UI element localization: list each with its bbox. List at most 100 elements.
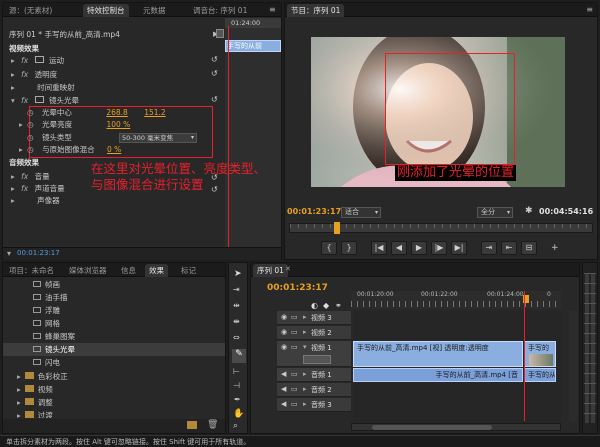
- effect-panner[interactable]: ▸ 声像器: [11, 195, 60, 207]
- list-item[interactable]: 闪电: [33, 357, 60, 369]
- reset-icon[interactable]: ↺: [211, 95, 218, 104]
- video-clip-2[interactable]: 手写的: [524, 341, 556, 367]
- tab-info[interactable]: 信息: [117, 264, 140, 277]
- marker-icon[interactable]: ◆: [323, 301, 329, 310]
- expand-arrow-icon[interactable]: ▸: [303, 370, 307, 378]
- expand-arrow-icon[interactable]: ▸: [19, 120, 23, 129]
- lock-icon[interactable]: ▭: [291, 400, 298, 408]
- stopwatch-icon[interactable]: ◷: [27, 133, 34, 142]
- brightness-value[interactable]: 100 %: [106, 120, 130, 129]
- extract-button[interactable]: ⇤: [501, 241, 517, 255]
- fx-badge[interactable]: fx: [21, 56, 28, 65]
- fit-dropdown[interactable]: 适合 ▾: [341, 207, 381, 218]
- tab-effect-controls[interactable]: 特效控制台: [83, 4, 129, 17]
- track-header-audio2[interactable]: ◀ ▭ ▸ 音频 2: [277, 383, 351, 397]
- collapse-arrow-icon[interactable]: ▾: [11, 96, 15, 105]
- effect-channel-volume[interactable]: ▸ fx 声道音量: [11, 183, 65, 195]
- snap-icon[interactable]: ◐: [311, 301, 318, 310]
- expand-arrow-icon[interactable]: ▸: [303, 328, 307, 336]
- step-forward-button[interactable]: |▶: [431, 241, 447, 255]
- crosshair-icon[interactable]: [34, 96, 44, 103]
- track-select-tool-icon[interactable]: ⇥: [233, 285, 240, 294]
- eye-icon[interactable]: ◉: [281, 328, 287, 336]
- rate-stretch-tool-icon[interactable]: ⇔: [233, 333, 240, 342]
- expand-arrow-icon[interactable]: ▸: [17, 411, 21, 418]
- param-lens-type[interactable]: ◷ 镜头类型: [27, 132, 72, 144]
- audio-clip-2[interactable]: 手写的从: [524, 368, 556, 382]
- list-item[interactable]: 镜头光晕: [33, 344, 75, 356]
- scrub-playhead[interactable]: [334, 222, 340, 234]
- expand-arrow-icon[interactable]: ▸: [19, 145, 23, 154]
- add-button-icon[interactable]: +: [551, 243, 559, 253]
- video-clip[interactable]: 手写的从前_高清.mp4 [视] 透明度:透明度: [353, 341, 523, 367]
- tab-source[interactable]: 源：(无素材): [5, 4, 56, 17]
- fx-badge[interactable]: fx: [21, 172, 28, 181]
- center-x-value[interactable]: 268.8: [106, 108, 127, 117]
- scrub-bar[interactable]: [289, 222, 593, 234]
- blend-value[interactable]: 0 %: [107, 145, 121, 154]
- go-to-out-button[interactable]: ▶|: [451, 241, 467, 255]
- new-folder-icon[interactable]: [187, 421, 197, 429]
- filter-icon[interactable]: ▾: [7, 249, 11, 258]
- effect-motion[interactable]: ▸ fx 运动: [11, 55, 64, 67]
- mark-in-button[interactable]: {: [321, 241, 337, 255]
- param-flare-center[interactable]: ◷ 光晕中心 268.8 151.2: [27, 107, 166, 119]
- speaker-icon[interactable]: ◀: [281, 400, 286, 408]
- tab-program[interactable]: 节目：序列 01: [287, 4, 345, 17]
- mark-out-button[interactable]: }: [341, 241, 357, 255]
- reset-icon[interactable]: ↺: [211, 55, 218, 64]
- reset-icon[interactable]: ↺: [211, 69, 218, 78]
- pen-tool-icon[interactable]: ✒: [234, 395, 241, 404]
- folder-item[interactable]: ▸ 过渡: [17, 410, 53, 418]
- expand-arrow-icon[interactable]: ▸: [17, 398, 21, 407]
- stopwatch-icon[interactable]: ◷: [27, 145, 34, 154]
- speaker-icon[interactable]: ◀: [281, 385, 286, 393]
- playhead-line[interactable]: [228, 26, 229, 248]
- play-button[interactable]: ▶: [411, 241, 427, 255]
- lift-button[interactable]: ⇥: [481, 241, 497, 255]
- list-item[interactable]: 网格: [33, 318, 60, 330]
- tab-metadata[interactable]: 元数据: [139, 4, 170, 17]
- lock-icon[interactable]: ▭: [291, 313, 298, 321]
- tab-effects[interactable]: 效果: [145, 264, 168, 277]
- speaker-icon[interactable]: ◀: [281, 370, 286, 378]
- tab-markers[interactable]: 标记: [177, 264, 200, 277]
- expand-arrow-icon[interactable]: ▸: [17, 385, 21, 394]
- close-icon[interactable]: ✕: [285, 265, 291, 273]
- list-item[interactable]: 油手描: [33, 292, 68, 304]
- slip-tool-icon[interactable]: ⊢: [233, 367, 240, 376]
- list-item[interactable]: 浮雕: [33, 305, 60, 317]
- scrollbar-thumb[interactable]: [372, 425, 492, 430]
- selection-tool-icon[interactable]: ➤: [234, 269, 242, 279]
- lock-icon[interactable]: ▭: [291, 370, 298, 378]
- expand-arrow-icon[interactable]: ▸: [11, 172, 15, 181]
- rolling-edit-tool-icon[interactable]: ⇼: [233, 317, 240, 326]
- quality-dropdown[interactable]: 全分 ▾: [477, 207, 513, 218]
- effect-opacity[interactable]: ▸ fx 透明度: [11, 69, 57, 81]
- list-item[interactable]: 帧画: [33, 279, 60, 291]
- expand-arrow-icon[interactable]: ▸: [17, 372, 21, 381]
- lock-icon[interactable]: ▭: [291, 328, 298, 336]
- keyframe-nav-icon[interactable]: [303, 355, 331, 364]
- slide-tool-icon[interactable]: ⊣: [233, 381, 240, 390]
- expand-arrow-icon[interactable]: ▸: [11, 196, 15, 205]
- razor-tool-icon[interactable]: ✎: [232, 349, 246, 363]
- param-blend[interactable]: ▸ ◷ 与原始图像混合 0 %: [19, 144, 121, 156]
- expand-arrow-icon[interactable]: ▸: [11, 184, 15, 193]
- folder-item[interactable]: ▸ 调整: [17, 397, 53, 409]
- effect-volume[interactable]: ▸ fx 音量: [11, 171, 50, 183]
- panel-menu-icon[interactable]: ≡: [269, 5, 276, 14]
- expand-arrow-icon[interactable]: ▸: [11, 70, 15, 79]
- expand-arrow-icon[interactable]: ▸: [303, 400, 307, 408]
- track-header-video3[interactable]: ◉ ▭ ▸ 视频 3: [277, 311, 351, 325]
- zoom-tool-icon[interactable]: ⌕: [233, 421, 238, 431]
- timeline-toggle-icon[interactable]: [216, 29, 224, 38]
- tab-media-browser[interactable]: 媒体浏览器: [65, 264, 111, 277]
- folder-item[interactable]: ▸ 视频: [17, 384, 53, 396]
- collapse-arrow-icon[interactable]: ▾: [303, 343, 307, 351]
- fx-badge[interactable]: fx: [21, 96, 28, 105]
- track-header-audio3[interactable]: ◀ ▭ ▸ 音频 3: [277, 398, 351, 412]
- go-to-in-button[interactable]: |◀: [371, 241, 387, 255]
- ripple-edit-tool-icon[interactable]: ⇹: [233, 301, 240, 310]
- track-header-video2[interactable]: ◉ ▭ ▸ 视频 2: [277, 326, 351, 340]
